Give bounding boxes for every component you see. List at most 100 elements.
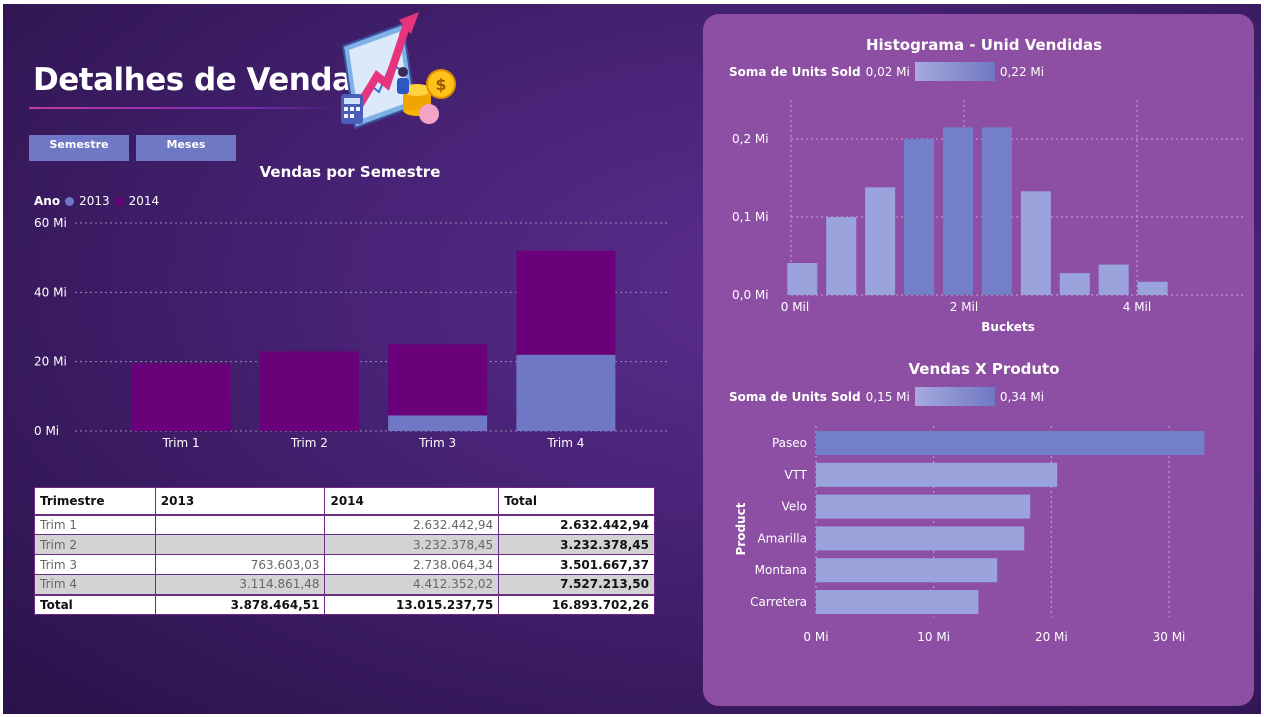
legend-2013-label: 2013 — [79, 194, 110, 208]
table-cell: Trim 3 — [34, 554, 156, 575]
x-tick-label: Trim 1 — [162, 436, 200, 450]
table-row: Trim 3 763.603,03 2.738.064,34 3.501.667… — [34, 554, 655, 575]
product-bar-paseo — [816, 431, 1205, 455]
product-bar-velo — [816, 494, 1031, 519]
x-axis-title: Buckets — [981, 320, 1034, 334]
histogram-title: Histograma - Unid Vendidas — [865, 36, 1103, 54]
product-bar-montana — [816, 558, 998, 583]
legend-title: Ano — [34, 194, 61, 208]
x-tick-label: 10 Mi — [917, 630, 950, 644]
histogram-bar — [865, 187, 896, 295]
y-axis-title: Product — [734, 502, 748, 555]
y-tick-label: 0,2 Mi — [732, 132, 769, 146]
column-header[interactable]: Trimestre — [34, 487, 156, 516]
y-tick-label: Carretera — [750, 595, 807, 609]
table-cell: 3.501.667,37 — [498, 554, 655, 575]
histogram-bar — [1137, 281, 1168, 295]
bar-2014-trim-1 — [131, 363, 231, 431]
table-cell: 16.893.702,26 — [498, 593, 655, 615]
semester-chart-title: Vendas por Semestre — [259, 163, 441, 181]
product-bar-amarilla — [816, 526, 1025, 551]
product-bar-chart: 0 Mi 10 Mi 20 Mi 30 Mi Product Paseo VTT Velo Am… — [734, 426, 1205, 644]
table-cell: Total — [34, 593, 156, 615]
bar-2014-trim-4 — [516, 250, 616, 355]
meses-button[interactable]: Meses — [136, 135, 236, 161]
histogram-bar — [943, 127, 973, 295]
y-tick-label: Paseo — [772, 436, 807, 450]
x-tick-label: Trim 2 — [290, 436, 328, 450]
table-row: Trim 4 3.114.861,48 4.412.352,02 7.527.2… — [34, 574, 655, 595]
x-tick-label: 30 Mi — [1153, 630, 1186, 644]
bar-2013-trim-3 — [388, 415, 488, 431]
semester-stacked-bar-chart: 0 Mi 20 Mi 40 Mi 60 Mi Trim 1 Trim 2 Trim 3 Tri… — [34, 216, 668, 450]
column-header[interactable]: 2013 — [154, 487, 326, 516]
product-chart-title: Vendas X Produto — [908, 360, 1060, 378]
y-tick-label: 60 Mi — [34, 216, 67, 230]
y-tick-label: Montana — [755, 563, 807, 577]
column-header[interactable]: 2014 — [324, 487, 500, 516]
gradient-legend-label: Soma de Units Sold — [729, 64, 861, 79]
gradient-legend-max: 0,34 Mi — [999, 389, 1045, 404]
table-cell: Trim 2 — [34, 534, 156, 555]
y-tick-label: 20 Mi — [34, 355, 67, 369]
y-tick-label: 40 Mi — [34, 285, 67, 299]
histogram-gradient-legend: Soma de Units Sold 0,02 Mi 0,22 Mi — [729, 62, 1044, 81]
table-cell: 7.527.213,50 — [498, 574, 655, 595]
x-tick-label: 2 Mil — [950, 300, 978, 314]
legend-2014-swatch — [114, 196, 124, 206]
x-tick-label: Trim 3 — [418, 436, 456, 450]
gradient-legend-bar — [914, 62, 995, 81]
product-bar-carretera — [816, 590, 979, 614]
x-tick-label: 20 Mi — [1035, 630, 1068, 644]
table-row: Trim 1 2.632.442,94 2.632.442,94 — [34, 514, 655, 535]
legend-2013-swatch — [65, 196, 75, 206]
sales-table: Trimestre 2013 2014 Total Trim 1 2.632.4… — [34, 487, 655, 615]
x-tick-label: Trim 4 — [546, 436, 584, 450]
table-cell: 4.412.352,02 — [324, 574, 500, 595]
gradient-legend-max: 0,22 Mi — [999, 64, 1045, 79]
table-cell: Trim 4 — [34, 574, 156, 595]
table-cell — [154, 514, 326, 535]
table-cell: 3.114.861,48 — [154, 574, 326, 595]
histogram-bar — [787, 263, 818, 295]
y-tick-label: 0,1 Mi — [732, 210, 769, 224]
semester-chart-legend: Ano 2013 2014 — [34, 194, 159, 208]
title-underline — [29, 107, 339, 109]
gradient-legend-bar — [914, 387, 995, 406]
semestre-button[interactable]: Semestre — [29, 135, 129, 161]
product-gradient-legend: Soma de Units Sold 0,15 Mi 0,34 Mi — [729, 387, 1044, 406]
gradient-legend-label: Soma de Units Sold — [729, 389, 861, 404]
table-header-row: Trimestre 2013 2014 Total — [34, 487, 655, 516]
histogram-bar — [981, 127, 1012, 295]
x-tick-label: 0 Mi — [803, 630, 828, 644]
x-tick-label: 4 Mil — [1123, 300, 1151, 314]
table-cell: 3.232.378,45 — [498, 534, 655, 555]
x-tick-label: 0 Mil — [781, 300, 809, 314]
histogram-bar — [826, 217, 857, 295]
y-tick-label: Velo — [782, 500, 807, 514]
table-total-row: Total 3.878.464,51 13.015.237,75 16.893.… — [34, 593, 655, 615]
legend-2014-label: 2014 — [128, 194, 160, 208]
bar-2014-trim-2 — [259, 351, 359, 431]
column-header[interactable]: Total — [498, 487, 655, 516]
product-bar-vtt — [816, 462, 1058, 487]
y-tick-label: 0 Mi — [34, 424, 59, 438]
y-tick-label: Amarilla — [757, 531, 807, 545]
page-title: Detalhes de Vendas — [33, 62, 371, 98]
y-tick-label: 0,0 Mi — [732, 288, 769, 302]
table-cell: 13.015.237,75 — [324, 593, 500, 615]
bar-2014-trim-3 — [388, 344, 488, 416]
table-cell: 3.878.464,51 — [154, 593, 326, 615]
table-cell: 3.232.378,45 — [324, 534, 500, 555]
gradient-legend-min: 0,15 Mi — [865, 389, 910, 404]
histogram-chart: 0,0 Mi 0,1 Mi 0,2 Mi 0 Mil 2 Mil 4 Mil Buckets — [732, 100, 1243, 334]
dashboard-canvas: Detalhes de Vendas $ Semestre Meses Vend… — [3, 4, 1261, 714]
table-cell: 2.738.064,34 — [324, 554, 500, 575]
histogram-bar — [1059, 273, 1090, 295]
histogram-bar — [904, 139, 935, 295]
table-cell: 763.603,03 — [154, 554, 326, 575]
bar-2013-trim-4 — [516, 354, 616, 431]
table-cell — [154, 534, 326, 555]
table-row: Trim 2 3.232.378,45 3.232.378,45 — [34, 534, 655, 555]
gradient-legend-min: 0,02 Mi — [865, 64, 910, 79]
